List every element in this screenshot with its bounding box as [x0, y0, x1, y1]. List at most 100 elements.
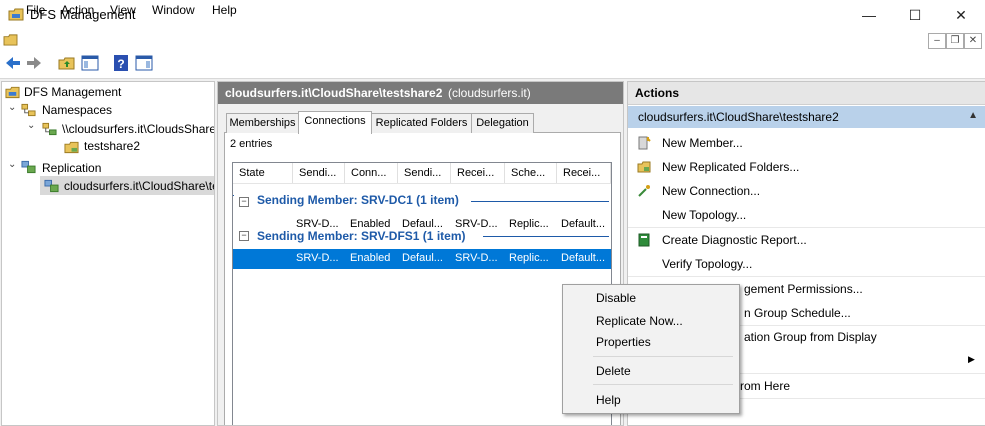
close-button[interactable]: ✕: [938, 0, 984, 30]
column-receiving-member[interactable]: Recei...: [451, 163, 505, 183]
action-delegate-permissions[interactable]: gement Permissions...: [744, 282, 863, 296]
group-header-srv-dfs1[interactable]: Sending Member: SRV-DFS1 (1 item): [257, 229, 465, 243]
column-sending-site[interactable]: Sendi...: [398, 163, 451, 183]
cell-receiving-site: Default...: [561, 252, 606, 264]
context-separator: [593, 356, 733, 357]
up-folder-icon[interactable]: [58, 54, 76, 72]
action-delete-from-here[interactable]: rom Here: [740, 379, 790, 393]
context-replicate-now[interactable]: Replicate Now...: [596, 314, 683, 328]
cell-sending-site: Defaul...: [402, 252, 443, 264]
actions-divider: [628, 276, 985, 277]
group-divider-srv-dc1: [471, 201, 609, 202]
namespaces-expand-icon[interactable]: ⌄: [8, 102, 16, 113]
back-arrow-icon[interactable]: [4, 54, 22, 72]
group-collapse-toggle[interactable]: −: [239, 231, 249, 241]
mdi-minimize-button[interactable]: –: [928, 33, 946, 49]
dfs-management-icon: [5, 86, 20, 99]
table-row-selected[interactable]: SRV-D... Enabled Defaul... SRV-D... Repl…: [233, 249, 611, 269]
cell-receiving-member: SRV-D...: [455, 252, 498, 264]
tree-item-namespace-path[interactable]: \\cloudsurfers.it\CloudsShare: [62, 122, 214, 136]
replication-group-icon: [44, 179, 59, 193]
cell-connection: Enabled: [350, 252, 391, 264]
replication-expand-icon[interactable]: ⌄: [8, 159, 16, 170]
folder-target-icon: [64, 141, 79, 154]
namespace-expand-icon[interactable]: ⌄: [27, 120, 35, 131]
cell-sending-member: SRV-D...: [296, 252, 339, 264]
tree-item-dfs-management[interactable]: DFS Management: [24, 85, 121, 99]
column-connection[interactable]: Conn...: [345, 163, 398, 183]
column-state[interactable]: State: [233, 163, 293, 183]
context-delete[interactable]: Delete: [596, 364, 631, 378]
cell-receiving-site: Default...: [561, 218, 606, 230]
dfs-app-icon: [8, 8, 24, 21]
mmc-folder-icon: [3, 34, 18, 46]
actions-section-title: cloudsurfers.it\CloudShare\testshare2: [638, 110, 839, 124]
tab-replicated-folders[interactable]: Replicated Folders: [371, 113, 472, 133]
action-new-member[interactable]: New Member...: [662, 136, 743, 150]
menu-file[interactable]: File: [26, 3, 45, 17]
column-receiving-site[interactable]: Recei...: [557, 163, 611, 183]
actions-section-header[interactable]: cloudsurfers.it\CloudShare\testshare2 ▲: [628, 106, 985, 128]
show-hide-tree-icon[interactable]: [81, 54, 99, 72]
tab-delegation[interactable]: Delegation: [471, 113, 534, 133]
menu-window[interactable]: Window: [152, 3, 195, 17]
context-separator: [593, 384, 733, 385]
console-tree: DFS Management ⌄ Namespaces ⌄ \\cloudsur…: [1, 81, 215, 426]
action-edit-schedule[interactable]: n Group Schedule...: [744, 306, 851, 320]
context-menu: Disable Replicate Now... Properties Dele…: [562, 284, 740, 414]
report-icon: [638, 233, 650, 247]
menu-help[interactable]: Help: [212, 3, 237, 17]
results-title: cloudsurfers.it\CloudShare\testshare2: [225, 86, 443, 100]
action-new-replicated-folders[interactable]: New Replicated Folders...: [662, 160, 799, 174]
namespaces-icon: [21, 103, 36, 117]
tab-connections[interactable]: Connections: [298, 111, 372, 134]
cell-schedule: Replic...: [509, 252, 549, 264]
forward-arrow-icon[interactable]: [25, 54, 43, 72]
column-sending-member[interactable]: Sendi...: [293, 163, 345, 183]
mdi-restore-button[interactable]: ❐: [946, 33, 964, 49]
context-disable[interactable]: Disable: [596, 291, 636, 305]
action-create-diagnostic-report[interactable]: Create Diagnostic Report...: [662, 233, 807, 247]
mdi-close-button[interactable]: ✕: [964, 33, 982, 49]
menu-action[interactable]: Action: [61, 3, 94, 17]
actions-title: Actions: [635, 86, 680, 100]
actions-divider: [628, 227, 985, 228]
tree-item-testshare2[interactable]: testshare2: [84, 139, 140, 153]
entries-count: 2 entries: [230, 138, 273, 150]
tree-item-replication-group[interactable]: cloudsurfers.it\CloudShare\testshare2: [64, 179, 214, 193]
submenu-arrow-icon[interactable]: ▶: [968, 354, 975, 365]
help-icon[interactable]: ?: [112, 54, 130, 72]
menu-bar: [0, 30, 985, 50]
tree-item-replication[interactable]: Replication: [42, 161, 101, 175]
action-verify-topology[interactable]: Verify Topology...: [662, 257, 752, 271]
new-folders-icon: [637, 161, 651, 173]
tab-memberships[interactable]: Memberships: [226, 113, 299, 133]
maximize-button[interactable]: ☐: [892, 0, 938, 30]
group-divider-srv-dfs1: [483, 236, 609, 237]
context-properties[interactable]: Properties: [596, 335, 651, 349]
new-connection-icon: [638, 185, 650, 197]
replication-icon: [21, 160, 36, 174]
column-header-row: State Sendi... Conn... Sendi... Recei...…: [233, 163, 611, 184]
tree-item-namespaces[interactable]: Namespaces: [42, 103, 112, 117]
results-subtitle: (cloudsurfers.it): [448, 86, 531, 100]
column-schedule[interactable]: Sche...: [505, 163, 557, 183]
title-bar: [0, 0, 985, 30]
group-collapse-toggle[interactable]: −: [239, 197, 249, 207]
namespace-root-icon: [42, 122, 57, 136]
group-header-srv-dc1[interactable]: Sending Member: SRV-DC1 (1 item): [257, 193, 459, 207]
show-hide-action-pane-icon[interactable]: [135, 54, 153, 72]
actions-header: Actions: [628, 82, 985, 105]
collapse-arrow-icon[interactable]: ▲: [968, 110, 978, 121]
cell-schedule: Replic...: [509, 218, 549, 230]
results-header: cloudsurfers.it\CloudShare\testshare2 (c…: [218, 82, 623, 104]
menu-view[interactable]: View: [110, 3, 136, 17]
new-member-icon: [638, 136, 651, 150]
action-new-connection[interactable]: New Connection...: [662, 184, 760, 198]
group-divider: [233, 195, 234, 196]
action-remove-from-display[interactable]: ation Group from Display: [744, 330, 877, 344]
connections-list: State Sendi... Conn... Sendi... Recei...…: [232, 162, 612, 425]
action-new-topology[interactable]: New Topology...: [662, 208, 746, 222]
context-help[interactable]: Help: [596, 393, 621, 407]
minimize-button[interactable]: —: [846, 0, 892, 30]
